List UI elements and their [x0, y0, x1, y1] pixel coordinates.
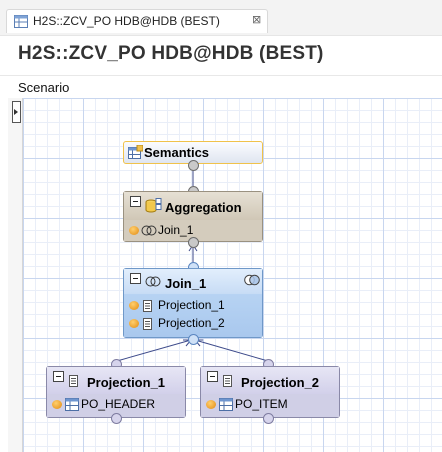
- projection-icon: [143, 300, 152, 312]
- aggregation-input-label: Join_1: [158, 223, 194, 237]
- join-type-icon[interactable]: [244, 274, 260, 286]
- projection-icon: [143, 318, 152, 330]
- input-status-icon: [129, 226, 139, 235]
- aggregation-collapse-button[interactable]: [130, 196, 141, 207]
- table-icon: [65, 398, 79, 411]
- join-icon: [141, 225, 157, 236]
- projection-1-input-port[interactable]: [111, 413, 122, 424]
- join-input-row[interactable]: Projection_2: [124, 315, 262, 333]
- aggregation-header: Aggregation: [124, 192, 262, 221]
- scenario-section-label: Scenario: [18, 80, 70, 95]
- join-inputs: Projection_1 Projection_2: [124, 294, 262, 337]
- editor-tab-bar: H2S::ZCV_PO HDB@HDB (BEST) ⊠: [0, 0, 442, 36]
- input-status-icon: [129, 301, 139, 310]
- projection-icon: [69, 375, 78, 387]
- semantics-title: Semantics: [144, 145, 210, 160]
- projection-2-title: Projection_2: [241, 375, 320, 390]
- join-title: Join_1: [165, 276, 207, 291]
- join-icon: [145, 276, 161, 287]
- title-divider: [0, 75, 442, 76]
- projection-2-input-row[interactable]: PO_ITEM: [201, 396, 339, 414]
- aggregation-node[interactable]: Aggregation Join_1: [123, 191, 263, 242]
- input-status-icon: [129, 319, 139, 328]
- projection-2-collapse-button[interactable]: [207, 371, 218, 382]
- aggregation-title: Aggregation: [165, 200, 242, 215]
- projection-1-title: Projection_1: [87, 375, 166, 390]
- projection-1-node[interactable]: Projection_1 PO_HEADER: [46, 366, 186, 418]
- projection-1-header: Projection_1: [47, 367, 185, 395]
- palette-strip: [8, 98, 23, 452]
- input-status-icon: [52, 400, 62, 409]
- projection-2-input-port[interactable]: [263, 413, 274, 424]
- projection-1-input-row[interactable]: PO_HEADER: [47, 396, 185, 414]
- projection-icon: [223, 375, 232, 387]
- editor-tab[interactable]: H2S::ZCV_PO HDB@HDB (BEST) ⊠: [6, 9, 268, 33]
- aggregation-input-port[interactable]: [188, 237, 199, 248]
- projection-2-header: Projection_2: [201, 367, 339, 395]
- projection-2-source-label: PO_ITEM: [235, 397, 288, 411]
- editor-tab-label: H2S::ZCV_PO HDB@HDB (BEST): [33, 14, 220, 28]
- projection-2-node[interactable]: Projection_2 PO_ITEM: [200, 366, 340, 418]
- editor-title: H2S::ZCV_PO HDB@HDB (BEST): [18, 43, 324, 64]
- join-input-port[interactable]: [188, 334, 199, 345]
- close-tab-icon[interactable]: ⊠: [252, 13, 261, 26]
- input-status-icon: [206, 400, 216, 409]
- join-header: Join_1: [124, 269, 262, 295]
- semantics-input-port[interactable]: [188, 160, 199, 171]
- semantics-table-icon: [128, 145, 143, 159]
- projection-1-collapse-button[interactable]: [53, 371, 64, 382]
- aggregation-icon: [145, 198, 162, 213]
- calculation-view-icon: [14, 15, 28, 28]
- projection-1-source-label: PO_HEADER: [81, 397, 156, 411]
- join-input-label-1: Projection_1: [158, 298, 225, 312]
- join-input-label-2: Projection_2: [158, 316, 225, 330]
- join-input-row[interactable]: Projection_1: [124, 297, 262, 315]
- join-node[interactable]: Join_1 Projection_1 Projection_2: [123, 268, 263, 338]
- expand-palette-icon[interactable]: [12, 101, 21, 123]
- table-icon: [219, 398, 233, 411]
- join-collapse-button[interactable]: [130, 273, 141, 284]
